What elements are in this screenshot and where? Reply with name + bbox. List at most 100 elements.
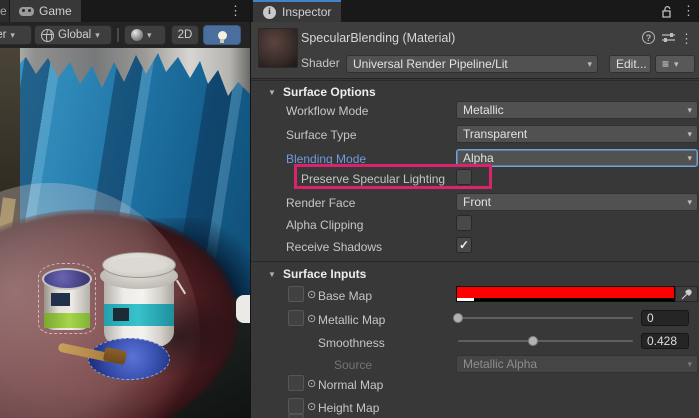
game-panel-menu-icon[interactable]: ⋮ xyxy=(229,0,242,22)
material-menu-icon[interactable]: ⋮ xyxy=(680,28,693,50)
scene-toolbar: ter ▾ Global ▾ ▾ 2D xyxy=(0,22,250,48)
help-icon[interactable]: ? xyxy=(642,31,655,44)
surface-inputs-header[interactable]: Surface Inputs xyxy=(283,265,366,283)
shader-label: Shader xyxy=(301,56,340,70)
surface-type-label: Surface Type xyxy=(286,126,357,144)
alpha-clipping-checkbox[interactable] xyxy=(456,215,472,231)
shader-edit-button[interactable]: Edit... xyxy=(609,55,651,73)
slider-track xyxy=(458,317,633,319)
tab-inspector-label: Inspector xyxy=(282,5,331,19)
scene-can-paint-top xyxy=(42,268,92,290)
metallic-map-texture-slot[interactable] xyxy=(288,310,304,326)
surface-type-dropdown[interactable]: Transparent ▾ xyxy=(456,125,698,143)
smoothness-label: Smoothness xyxy=(318,334,385,352)
material-title: SpecularBlending (Material) xyxy=(301,31,455,45)
workflow-mode-dropdown[interactable]: Metallic ▾ xyxy=(456,101,698,119)
metallic-map-label: Metallic Map xyxy=(318,311,385,329)
section-divider xyxy=(251,80,699,81)
receive-shadows-checkbox[interactable]: ✓ xyxy=(456,237,472,253)
chevron-down-icon: ▾ xyxy=(687,359,692,370)
metallic-value-field[interactable]: 0 xyxy=(641,310,689,326)
scene-white-object-edge xyxy=(236,295,250,323)
object-picker-icon[interactable]: ⊙ xyxy=(307,376,316,392)
chevron-down-icon: ▾ xyxy=(687,153,692,164)
base-map-texture-slot[interactable] xyxy=(288,286,304,302)
game-viewport[interactable] xyxy=(0,48,250,418)
globe-accent xyxy=(46,41,54,42)
object-picker-icon[interactable]: ⊙ xyxy=(307,399,316,415)
tab-game-label: Game xyxy=(39,4,72,18)
normal-map-label: Normal Map xyxy=(318,376,383,394)
workflow-mode-label: Workflow Mode xyxy=(286,102,368,120)
orientation-global-button[interactable]: Global ▾ xyxy=(34,25,112,45)
base-map-color-swatch xyxy=(457,287,674,298)
object-picker-icon[interactable]: ⊙ xyxy=(307,311,316,327)
chevron-down-icon: ▾ xyxy=(147,30,152,41)
object-picker-icon[interactable]: ⊙ xyxy=(307,287,316,303)
render-face-label: Render Face xyxy=(286,194,355,212)
receive-shadows-label: Receive Shadows xyxy=(286,238,382,256)
presets-icon[interactable] xyxy=(662,32,675,43)
smoothness-value-field[interactable]: 0.428 xyxy=(641,333,689,349)
check-icon: ✓ xyxy=(459,238,469,252)
scene-lighting-toggle-button[interactable] xyxy=(203,25,241,45)
shader-list-menu-button[interactable]: ≡ ▾ xyxy=(655,55,695,73)
alpha-clipping-label: Alpha Clipping xyxy=(286,216,363,234)
scene-bucket-logo xyxy=(113,308,129,321)
game-tabbar: e Game ⋮ xyxy=(0,0,250,22)
inspector-panel: i Inspector ⋮ SpecularBlending (Material… xyxy=(250,0,699,418)
source-dropdown: Metallic Alpha ▾ xyxy=(456,355,698,373)
pivot-mode-button[interactable]: ter ▾ xyxy=(0,25,32,45)
shader-dropdown[interactable]: Universal Render Pipeline/Lit ▾ xyxy=(346,55,598,73)
metallic-slider[interactable] xyxy=(458,310,633,326)
source-label: Source xyxy=(334,356,372,374)
lightbulb-icon xyxy=(218,31,227,40)
chevron-down-icon: ▾ xyxy=(674,59,679,70)
tab-game[interactable]: Game xyxy=(10,0,81,22)
base-map-alpha-bar xyxy=(457,298,674,301)
blending-mode-label: Blending Mode xyxy=(286,150,366,168)
next-texture-slot-partial xyxy=(288,414,304,418)
chevron-down-icon: ▾ xyxy=(95,30,100,41)
render-face-dropdown[interactable]: Front ▾ xyxy=(456,193,698,211)
unity-editor-window: e Game ⋮ ter ▾ Global ▾ ▾ 2D xyxy=(0,0,699,418)
slider-track xyxy=(458,340,633,342)
scene-bucket-lid-top xyxy=(111,257,167,272)
game-view-panel: e Game ⋮ ter ▾ Global ▾ ▾ 2D xyxy=(0,0,250,418)
gamepad-icon xyxy=(19,7,34,16)
shading-mode-button[interactable]: ▾ xyxy=(124,25,166,45)
hamburger-icon: ≡ xyxy=(662,57,669,71)
height-map-texture-slot[interactable] xyxy=(288,398,304,414)
base-map-color-field[interactable] xyxy=(456,286,675,302)
normal-map-texture-slot[interactable] xyxy=(288,375,304,391)
base-map-label: Base Map xyxy=(318,287,372,305)
smoothness-slider[interactable] xyxy=(458,333,633,349)
unlock-icon[interactable] xyxy=(661,5,673,18)
slider-handle[interactable] xyxy=(453,313,463,323)
material-header: SpecularBlending (Material) ? ⋮ Shader U… xyxy=(251,22,699,79)
foldout-arrow-icon[interactable]: ▼ xyxy=(268,84,276,102)
tab-inspector[interactable]: i Inspector xyxy=(253,0,341,22)
eyedropper-button[interactable] xyxy=(675,286,698,302)
chevron-down-icon: ▾ xyxy=(687,197,692,208)
globe-icon xyxy=(41,29,54,42)
toggle-2d-button[interactable]: 2D xyxy=(171,25,199,45)
foldout-arrow-icon[interactable]: ▼ xyxy=(268,266,276,284)
preserve-specular-checkbox[interactable] xyxy=(456,169,472,185)
surface-options-header[interactable]: Surface Options xyxy=(283,83,376,101)
chevron-down-icon: ▾ xyxy=(10,30,15,41)
tab-scene-partial[interactable]: e xyxy=(0,0,9,22)
toolbar-divider xyxy=(117,28,119,42)
section-divider xyxy=(251,261,699,262)
base-map-alpha-fill xyxy=(457,298,474,301)
shading-sphere-icon xyxy=(131,29,143,41)
info-icon: i xyxy=(263,6,276,19)
material-preview-thumbnail[interactable] xyxy=(258,28,298,68)
scene-can-green-label xyxy=(44,313,90,328)
chevron-down-icon: ▾ xyxy=(687,105,692,116)
preserve-specular-label: Preserve Specular Lighting xyxy=(301,170,445,188)
slider-handle[interactable] xyxy=(528,336,538,346)
blending-mode-dropdown[interactable]: Alpha ▾ xyxy=(456,149,698,167)
height-map-label: Height Map xyxy=(318,399,379,417)
inspector-menu-icon[interactable]: ⋮ xyxy=(682,0,695,22)
